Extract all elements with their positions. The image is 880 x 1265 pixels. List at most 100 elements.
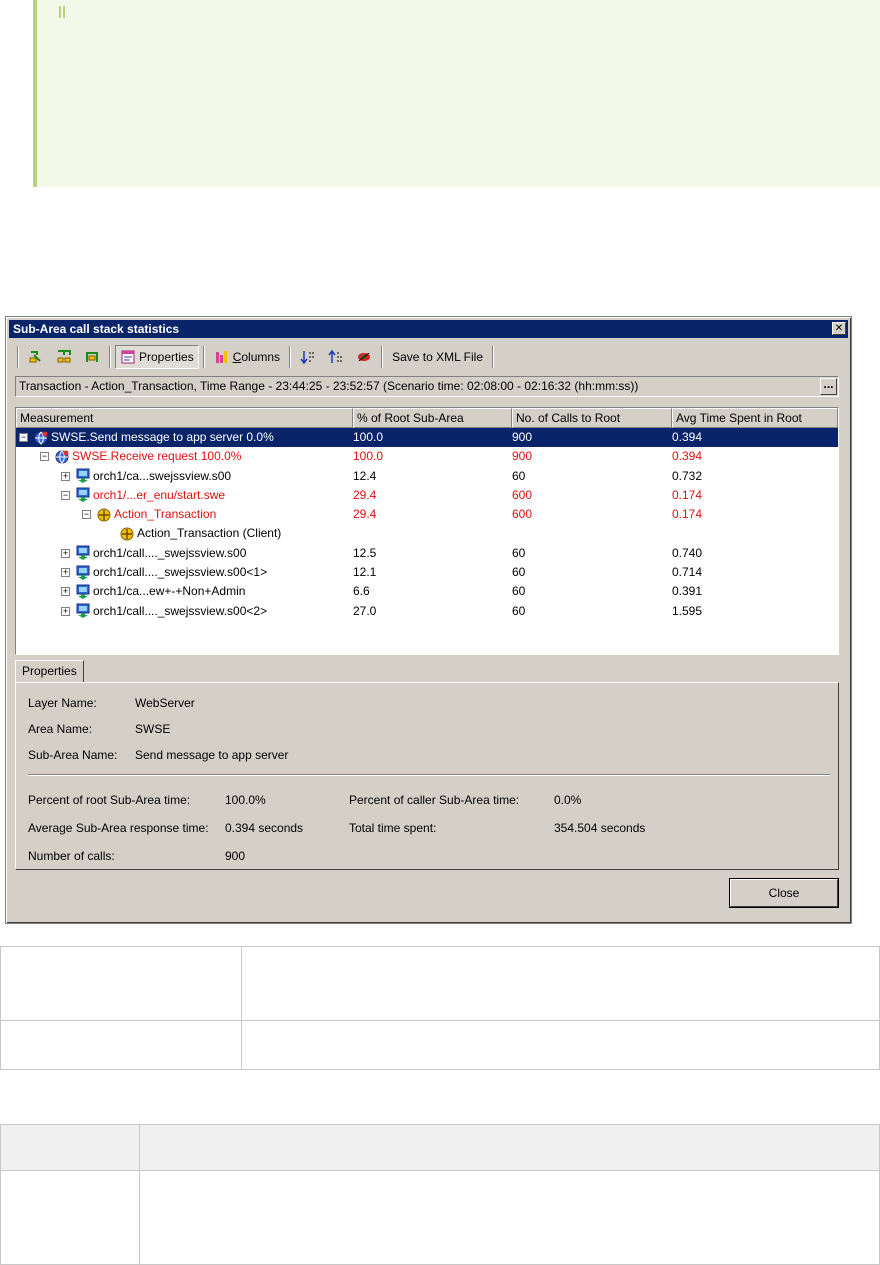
collapse-node-icon[interactable]: − xyxy=(19,433,28,442)
number-of-calls-value: 900 xyxy=(225,849,246,863)
measurement-grid[interactable]: Measurement % of Root Sub-Area No. of Ca… xyxy=(15,407,839,655)
cell-calls: 60 xyxy=(512,468,526,483)
avg-response-value: 0.394 seconds xyxy=(225,821,304,835)
layer-name-label: Layer Name: xyxy=(28,696,97,710)
tree-node: + orch1/call...._swejssview.s00<1> xyxy=(61,563,267,582)
column-header-measurement[interactable]: Measurement xyxy=(16,408,353,428)
note-banner xyxy=(33,0,880,187)
expand-node-icon[interactable]: + xyxy=(61,471,70,481)
properties-icon xyxy=(121,350,135,364)
tree-row[interactable]: + orch1/ca...ew+-+Non+Admin 6.6 60 0.391 xyxy=(16,582,838,601)
area-name-label: Area Name: xyxy=(28,722,93,736)
transaction-icon xyxy=(97,508,111,522)
properties-panel: Layer Name: WebServer Area Name: SWSE Su… xyxy=(15,682,839,870)
globe-icon xyxy=(55,450,69,464)
tree-node: − SWSE.Send message to app server 0.0% xyxy=(19,428,274,447)
node-icon-wrap xyxy=(119,526,135,542)
column-header-avg-time[interactable]: Avg Time Spent in Root xyxy=(672,408,838,428)
node-icon-wrap xyxy=(33,430,49,446)
properties-button[interactable]: Properties xyxy=(115,345,199,369)
dialog-titlebar: Sub-Area call stack statistics ✕ xyxy=(9,320,848,338)
tree-node-label: orch1/ca...swejssview.s00 xyxy=(93,468,232,483)
layer-name-value: WebServer xyxy=(135,696,195,710)
pct-caller-label: Percent of caller Sub-Area time: xyxy=(349,793,520,807)
column-header-pct-root[interactable]: % of Root Sub-Area xyxy=(353,408,512,428)
node-icon-wrap xyxy=(54,449,70,465)
collapse-node-icon[interactable]: − xyxy=(82,510,91,520)
window-close-button[interactable]: ✕ xyxy=(832,322,846,335)
column-header-calls[interactable]: No. of Calls to Root xyxy=(512,408,672,428)
expand-node-icon[interactable]: + xyxy=(61,568,70,578)
tree-row[interactable]: + orch1/ca...swejssview.s00 12.4 60 0.732 xyxy=(16,467,838,486)
node-icon-wrap xyxy=(75,584,91,600)
tree-row[interactable]: + orch1/call...._swejssview.s00<1> 12.1 60 0… xyxy=(16,563,838,582)
cell-avg-time: 0.174 xyxy=(672,487,703,502)
server-icon xyxy=(76,584,90,599)
time-range-field: Transaction - Action_Transaction, Time R… xyxy=(15,376,839,397)
collapse-node-icon[interactable]: − xyxy=(61,490,70,500)
cell-pct-root: 27.0 xyxy=(353,603,377,618)
sub-area-name-value: Send message to app server xyxy=(135,748,289,762)
tab-properties[interactable]: Properties xyxy=(15,660,84,682)
columns-button-label: Columns xyxy=(232,350,281,364)
table-header-cell xyxy=(139,1124,880,1171)
expand-node-icon[interactable]: + xyxy=(61,606,70,616)
cell-calls: 900 xyxy=(512,449,533,464)
cell-avg-time: 0.740 xyxy=(672,545,703,560)
cell-pct-root: 29.4 xyxy=(353,507,377,522)
columns-icon xyxy=(215,351,227,363)
tree-row[interactable]: − Action_Transaction 29.4 600 0.174 xyxy=(16,505,838,524)
tree-row[interactable]: − SWSE.Receive request 100.0% 100.0 900 0.39… xyxy=(16,447,838,466)
properties-tab-strip: Properties xyxy=(15,660,84,682)
tree-row[interactable]: − orch1/...er_enu/start.swe 29.4 600 0.174 xyxy=(16,486,838,505)
expand-all-button[interactable] xyxy=(51,345,77,369)
columns-button[interactable]: Columns xyxy=(209,345,285,369)
expand-node-icon[interactable]: + xyxy=(61,587,70,597)
grid-body: − SWSE.Send message to app server 0.0% 100… xyxy=(16,428,838,621)
options-table xyxy=(0,1124,880,1265)
cell-pct-root: 12.4 xyxy=(353,468,377,483)
globe-icon xyxy=(34,431,48,445)
sort-ascending-button[interactable] xyxy=(323,345,349,369)
sort-descending-button[interactable] xyxy=(295,345,321,369)
tree-node: − SWSE.Receive request 100.0% xyxy=(40,447,241,466)
collapse-all-button[interactable] xyxy=(79,345,105,369)
cell-calls: 60 xyxy=(512,603,526,618)
tree-row[interactable]: + orch1/call...._swejssview.s00<2> 27.0 60 1… xyxy=(16,602,838,621)
info-table xyxy=(0,946,880,1070)
server-icon xyxy=(76,545,90,561)
tree-node: + orch1/call...._swejssview.s00 xyxy=(61,544,246,563)
highlight-button[interactable] xyxy=(351,345,377,369)
cell-pct-root: 12.1 xyxy=(353,565,377,580)
tree-node-label: SWSE.Receive request 100.0% xyxy=(72,449,242,464)
properties-button-label: Properties xyxy=(139,350,194,364)
expand-tree-button[interactable] xyxy=(23,345,49,369)
tree-node-label: orch1/...er_enu/start.swe xyxy=(93,487,226,502)
call-stack-dialog: Sub-Area call stack statistics ✕ Propert… xyxy=(5,316,852,924)
save-xml-button-label: Save to XML File xyxy=(392,350,483,364)
note-icon xyxy=(59,6,65,18)
total-time-label: Total time spent: xyxy=(349,821,437,835)
tree-node-label: SWSE.Send message to app server 0.0% xyxy=(51,430,274,444)
tree-node: Action_Transaction (Client) xyxy=(103,524,281,543)
table-cell xyxy=(241,1020,880,1070)
cell-pct-root: 6.6 xyxy=(353,584,370,599)
tree-row[interactable]: Action_Transaction (Client) xyxy=(16,524,838,543)
toolbar-separator xyxy=(492,346,494,368)
tree-node-label: orch1/ca...ew+-+Non+Admin xyxy=(93,584,246,599)
close-button[interactable]: Close xyxy=(729,878,839,908)
number-of-calls-label: Number of calls: xyxy=(28,849,115,863)
tree-row[interactable]: + orch1/call...._swejssview.s00 12.5 60 0.74… xyxy=(16,544,838,563)
expand-icon xyxy=(29,351,41,363)
tree-node: + orch1/ca...swejssview.s00 xyxy=(61,467,231,486)
server-icon xyxy=(76,468,90,484)
tree-node-label: Action_Transaction (Client) xyxy=(137,526,282,541)
total-time-value: 354.504 seconds xyxy=(554,821,646,835)
expand-node-icon[interactable]: + xyxy=(61,548,70,558)
time-range-browse-button[interactable]: ... xyxy=(820,378,837,395)
save-xml-button[interactable]: Save to XML File xyxy=(387,345,488,369)
collapse-node-icon[interactable]: − xyxy=(40,452,49,462)
table-cell xyxy=(241,946,880,1021)
cell-avg-time: 0.174 xyxy=(672,507,703,522)
tree-row[interactable]: − SWSE.Send message to app server 0.0% 100… xyxy=(16,428,838,448)
